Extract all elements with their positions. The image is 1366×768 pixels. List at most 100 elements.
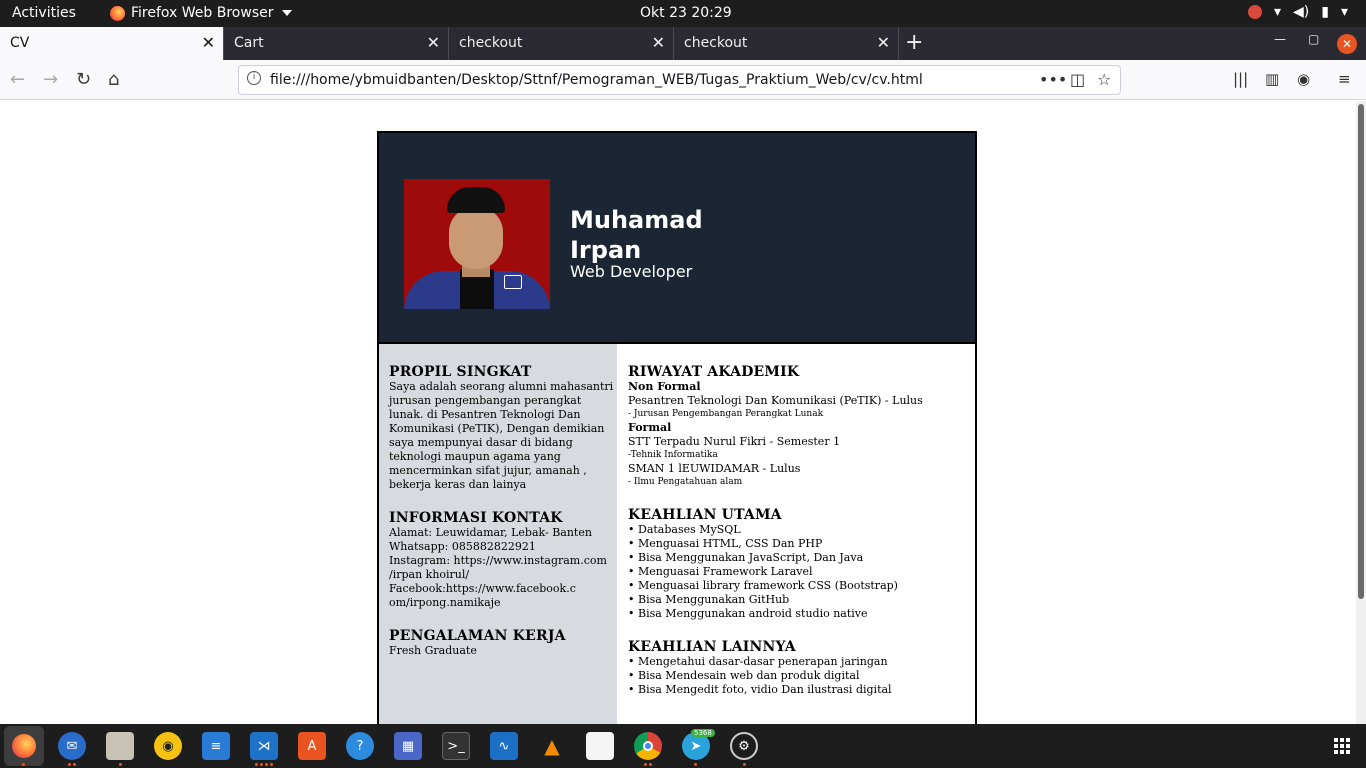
contact-line: om/irpong.namikaje — [389, 596, 501, 609]
bookmark-star-icon[interactable]: ☆ — [1097, 70, 1111, 89]
forward-arrow-icon[interactable]: → — [43, 69, 58, 90]
reload-icon[interactable]: ↻ — [76, 69, 91, 90]
tab-label: CV — [10, 35, 30, 51]
files-icon[interactable] — [106, 732, 134, 760]
nonformal-school: Pesantren Teknologi Dan Komunikasi (PeTI… — [628, 394, 923, 407]
page-viewport: Muhamad Irpan Web Developer PROPIL SINGK… — [0, 101, 1356, 724]
sidebar-icon[interactable]: ▥ — [1265, 70, 1279, 88]
list-item: Bisa Menggunakan JavaScript, Dan Java — [628, 551, 975, 565]
account-icon[interactable]: ◉ — [1297, 70, 1310, 88]
navigation-toolbar: ← → ↻ ⌂ i file:///home/ybmuidbanten/Desk… — [0, 60, 1366, 100]
formal-school-2: SMAN 1 lEUWIDAMAR - Lulus — [628, 462, 801, 475]
minimize-icon[interactable]: — — [1274, 32, 1286, 46]
running-indicator — [270, 763, 273, 766]
running-indicator — [260, 763, 263, 766]
hamburger-menu-icon[interactable]: ≡ — [1338, 70, 1351, 88]
system-monitor-icon[interactable]: ∿ — [490, 732, 518, 760]
firefox-icon — [110, 5, 125, 21]
software-center-icon[interactable]: A — [298, 732, 326, 760]
contact-heading: INFORMASI KONTAK — [389, 510, 563, 526]
profile-text: Saya adalah seorang alumni mahasantri ju… — [389, 380, 617, 492]
window-close-icon[interactable]: ✕ — [1337, 34, 1357, 54]
close-tab-icon[interactable]: ✕ — [877, 33, 890, 52]
cv-header: Muhamad Irpan Web Developer — [379, 133, 975, 344]
contact-line: Alamat: Leuwidamar, Lebak- Banten — [389, 526, 592, 539]
back-arrow-icon[interactable]: ← — [10, 69, 25, 90]
profile-line: mencerminkan sifat jujur, amanah , — [389, 464, 587, 477]
vscode-icon[interactable]: ⋊ — [250, 732, 278, 760]
running-indicator — [68, 763, 71, 766]
tab-checkout-2[interactable]: checkout ✕ — [674, 27, 899, 60]
tab-checkout[interactable]: checkout ✕ — [449, 27, 674, 60]
list-item: Menguasai HTML, CSS Dan PHP — [628, 537, 975, 551]
screenshot-icon[interactable]: ▦ — [394, 732, 422, 760]
dock: ✉ ◉ ≡ ⋊ A ? ▦ >_ ∿ ▲ ➤ 5368 ⚙ — [0, 724, 1366, 768]
settings-gear-icon[interactable]: ⚙ — [730, 732, 758, 760]
profile-line: bekerja keras dan lainya — [389, 478, 527, 491]
clock[interactable]: Okt 23 20:29 — [640, 5, 732, 21]
volume-icon[interactable]: ◀) — [1293, 4, 1309, 20]
scrollbar-thumb[interactable] — [1358, 104, 1364, 599]
rhythmbox-icon[interactable]: ◉ — [154, 732, 182, 760]
wifi-icon[interactable]: ▾ — [1274, 4, 1281, 20]
contact-line: Instagram: https://www.instagram.com — [389, 554, 607, 567]
formal-major-2: - Ilmu Pengatahuan alam — [628, 477, 743, 487]
formal-major-1: -Tehnik Informatika — [628, 450, 718, 460]
main-skills-heading: KEAHLIAN UTAMA — [628, 507, 782, 523]
show-applications-icon[interactable] — [1334, 738, 1350, 754]
app-menu-label: Firefox Web Browser — [131, 5, 274, 21]
profile-line: saya mempunyai dasar di bidang — [389, 436, 573, 449]
close-tab-icon[interactable]: ✕ — [652, 33, 665, 52]
chevron-down-icon — [281, 10, 292, 16]
vlc-icon[interactable]: ▲ — [538, 732, 566, 760]
new-tab-plus-icon[interactable]: + — [905, 30, 923, 55]
petik-logo-icon — [504, 275, 522, 289]
formal-school-1: STT Terpadu Nurul Fikri - Semester 1 — [628, 435, 841, 448]
notification-icon[interactable] — [1247, 5, 1262, 19]
contact-line: /irpan khoirul/ — [389, 568, 470, 581]
page-actions-icon[interactable]: ••• — [1039, 70, 1067, 89]
tab-cart[interactable]: Cart ✕ — [224, 27, 449, 60]
close-tab-icon[interactable]: ✕ — [202, 33, 215, 52]
contact-text: Alamat: Leuwidamar, Lebak- Banten Whatsa… — [389, 526, 617, 610]
nonformal-major: - Jurusan Pengembangan Perangkat Lunak — [628, 409, 824, 419]
firefox-icon[interactable] — [10, 732, 38, 760]
pocket-icon[interactable]: ◫ — [1070, 70, 1085, 89]
system-tray[interactable]: ▾ ◀) ▮ ▾ — [1247, 4, 1348, 20]
tab-label: checkout — [684, 35, 748, 51]
maximize-icon[interactable]: ▢ — [1308, 32, 1319, 46]
other-skills-list: Mengetahui dasar-dasar penerapan jaringa… — [628, 655, 975, 697]
experience-text: Fresh Graduate — [389, 644, 477, 657]
running-indicator — [265, 763, 268, 766]
app-menu[interactable]: Firefox Web Browser — [110, 5, 292, 21]
battery-icon[interactable]: ▮ — [1321, 4, 1329, 20]
library-icon[interactable]: ||| — [1233, 70, 1248, 88]
running-indicator — [22, 763, 25, 766]
close-tab-icon[interactable]: ✕ — [427, 33, 440, 52]
cv-name-line1: Muhamad — [570, 206, 703, 234]
list-item: Bisa Menggunakan GitHub — [628, 593, 975, 607]
address-bar[interactable]: i file:///home/ybmuidbanten/Desktop/Sttn… — [238, 65, 1121, 95]
cv-right-column: RIWAYAT AKADEMIK Non Formal Pesantren Te… — [617, 344, 975, 724]
profile-line: Saya adalah seorang alumni mahasantri — [389, 380, 614, 393]
cv-card: Muhamad Irpan Web Developer PROPIL SINGK… — [377, 131, 977, 724]
nonformal-label: Non Formal — [628, 380, 701, 393]
help-icon[interactable]: ? — [346, 732, 374, 760]
profile-line: lunak. di Pesantren Teknologi Dan — [389, 408, 581, 421]
terminal-icon[interactable]: >_ — [442, 732, 470, 760]
page-info-icon[interactable]: i — [247, 71, 261, 85]
thunderbird-icon[interactable]: ✉ — [58, 732, 86, 760]
writer-icon[interactable]: ≡ — [202, 732, 230, 760]
url-text[interactable]: file:///home/ybmuidbanten/Desktop/Sttnf/… — [270, 72, 923, 88]
academic-heading: RIWAYAT AKADEMIK — [628, 364, 800, 380]
activities-button[interactable]: Activities — [12, 5, 76, 21]
chrome-icon[interactable] — [634, 732, 662, 760]
tab-cv[interactable]: CV ✕ — [0, 27, 224, 60]
home-icon[interactable]: ⌂ — [108, 69, 119, 90]
profile-heading: PROPIL SINGKAT — [389, 364, 532, 380]
tab-label: Cart — [234, 35, 264, 51]
profile-line: Komunikasi (PeTIK), Dengan demikian — [389, 422, 605, 435]
power-menu-icon[interactable]: ▾ — [1341, 4, 1348, 20]
system-top-bar: Activities Firefox Web Browser Okt 23 20… — [0, 0, 1366, 27]
text-editor-icon[interactable] — [586, 732, 614, 760]
